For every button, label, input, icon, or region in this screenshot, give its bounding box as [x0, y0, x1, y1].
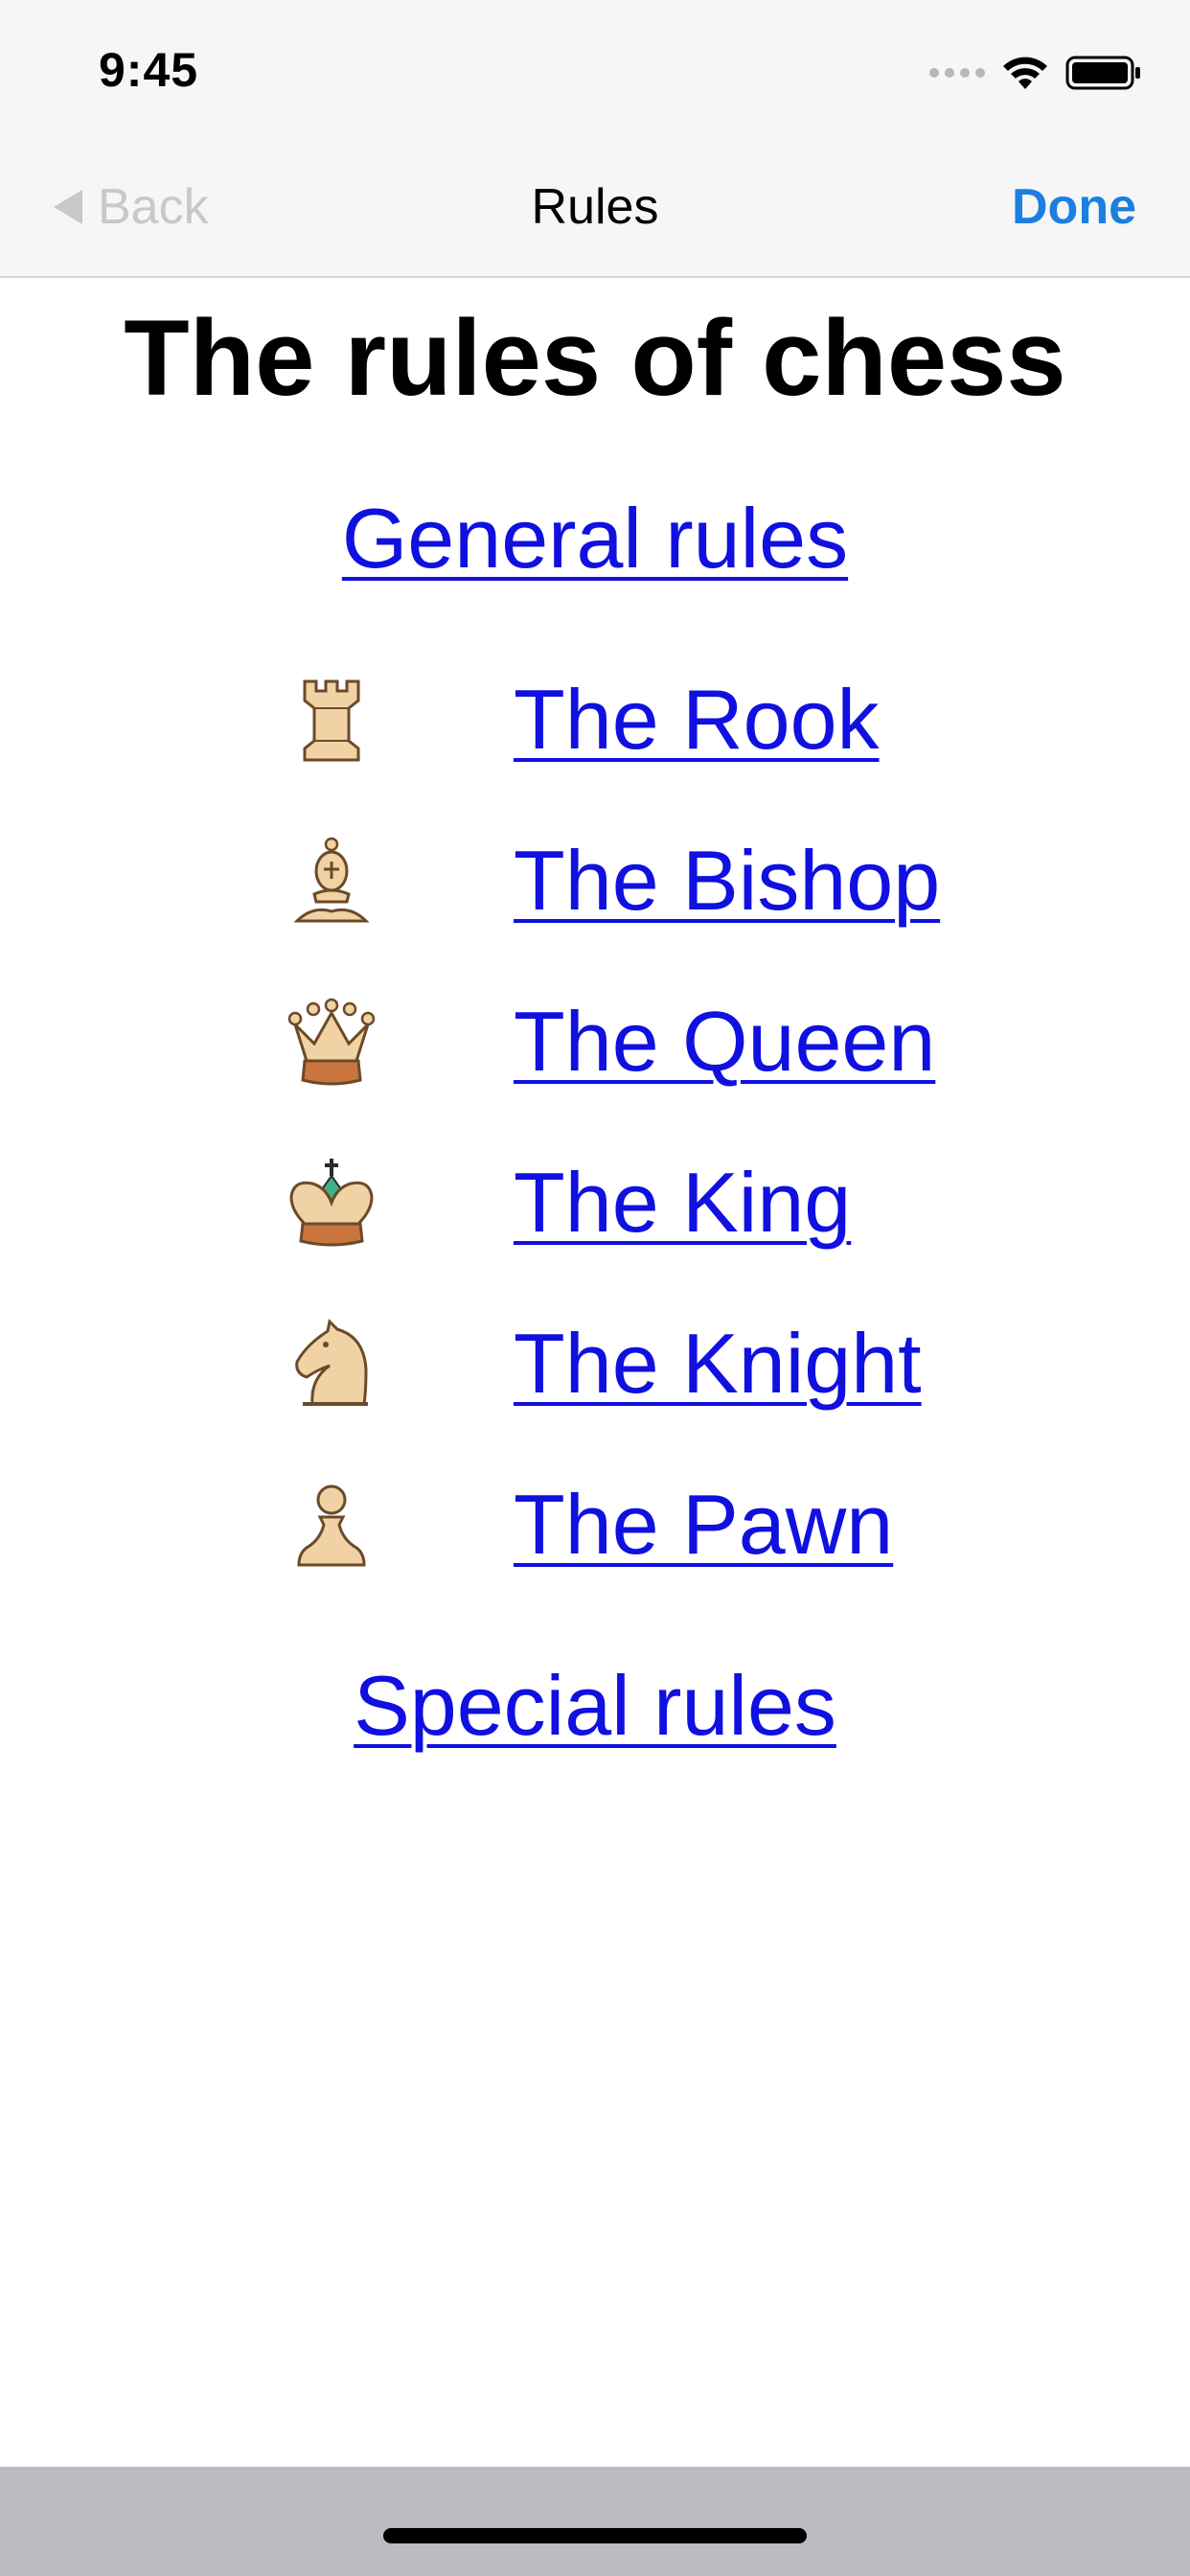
piece-row-bishop: The Bishop — [0, 800, 1190, 961]
bishop-link[interactable]: The Bishop — [514, 832, 940, 930]
home-indicator-area — [0, 2467, 1190, 2576]
piece-row-king: The King — [0, 1122, 1190, 1283]
navigation-bar: Back Rules Done — [0, 134, 1190, 278]
piece-row-knight: The Knight — [0, 1283, 1190, 1444]
general-rules-link[interactable]: General rules — [0, 490, 1190, 587]
cellular-signal-icon — [929, 68, 985, 78]
bishop-icon — [293, 837, 370, 923]
page-title: The rules of chess — [124, 298, 1066, 418]
rook-icon — [303, 679, 360, 762]
queen-link[interactable]: The Queen — [514, 993, 935, 1091]
status-bar: 9:45 — [0, 0, 1190, 134]
special-rules-link[interactable]: Special rules — [0, 1657, 1190, 1755]
rook-link[interactable]: The Rook — [514, 671, 880, 769]
home-indicator[interactable] — [383, 2528, 807, 2543]
king-link[interactable]: The King — [514, 1154, 851, 1252]
status-time: 9:45 — [99, 43, 199, 97]
knight-link[interactable]: The Knight — [514, 1315, 922, 1413]
done-button[interactable]: Done — [1012, 178, 1136, 236]
status-icons — [929, 54, 1142, 92]
queen-icon — [287, 998, 376, 1086]
battery-icon — [1065, 56, 1140, 90]
wifi-icon — [1003, 57, 1047, 89]
pawn-icon — [297, 1484, 366, 1567]
king-icon — [289, 1159, 374, 1247]
piece-row-pawn: The Pawn — [0, 1444, 1190, 1605]
knight-icon — [295, 1319, 368, 1407]
piece-list: The Rook The Bishop The Queen The King T… — [0, 639, 1190, 1605]
piece-row-rook: The Rook — [0, 639, 1190, 800]
piece-row-queen: The Queen — [0, 961, 1190, 1122]
pawn-link[interactable]: The Pawn — [514, 1476, 893, 1574]
rules-content: The rules of chess General rules The Roo… — [0, 280, 1190, 1755]
